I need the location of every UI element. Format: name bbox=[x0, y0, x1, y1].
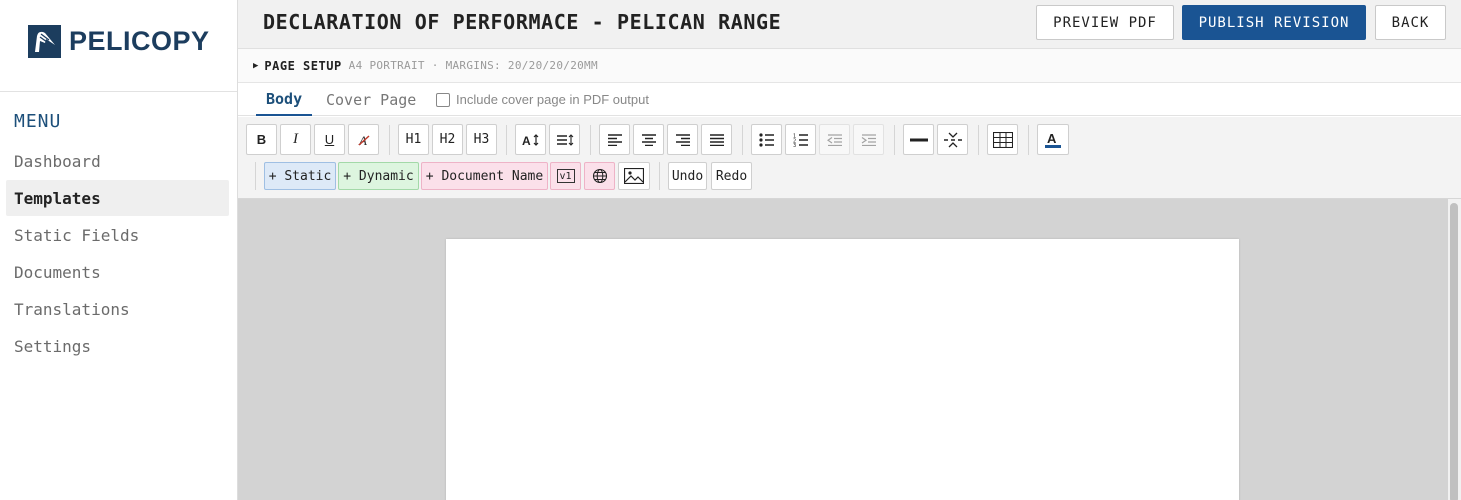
undo-button[interactable]: Undo bbox=[668, 162, 707, 190]
outdent-icon bbox=[826, 133, 843, 146]
heading-3-button[interactable]: H3 bbox=[466, 124, 497, 155]
include-cover-option: Include cover page in PDF output bbox=[436, 92, 649, 107]
font-size-button[interactable]: A bbox=[515, 124, 546, 155]
brand-name: PELICOPY bbox=[69, 25, 210, 56]
svg-text:3: 3 bbox=[793, 143, 796, 147]
heading-1-button[interactable]: H1 bbox=[398, 124, 429, 155]
insert-table-button[interactable] bbox=[987, 124, 1018, 155]
insert-image-button[interactable] bbox=[618, 162, 650, 190]
indent-button[interactable] bbox=[853, 124, 884, 155]
sidebar-item-settings[interactable]: Settings bbox=[6, 328, 229, 364]
pelican-logo-icon bbox=[28, 24, 61, 58]
insert-static-field-button[interactable]: + Static bbox=[264, 162, 336, 190]
align-right-button[interactable] bbox=[667, 124, 698, 155]
insert-document-name-button[interactable]: + Document Name bbox=[421, 162, 548, 190]
toolbar-separator bbox=[590, 125, 591, 155]
sidebar-item-templates[interactable]: Templates bbox=[6, 180, 229, 216]
menu-list: Dashboard Templates Static Fields Docume… bbox=[6, 143, 229, 365]
page-setup-label: PAGE SETUP bbox=[264, 58, 342, 73]
page-title: DECLARATION OF PERFORMACE - PELICAN RANG… bbox=[263, 10, 782, 34]
sidebar-item-translations[interactable]: Translations bbox=[6, 291, 229, 327]
align-right-icon bbox=[675, 133, 691, 146]
sidebar-item-documents[interactable]: Documents bbox=[6, 254, 229, 290]
bullet-list-icon bbox=[758, 132, 775, 147]
brand-logo[interactable]: PELICOPY bbox=[28, 24, 210, 58]
toolbar-separator bbox=[506, 125, 507, 155]
redo-button[interactable]: Redo bbox=[711, 162, 752, 190]
include-cover-label[interactable]: Include cover page in PDF output bbox=[456, 92, 649, 107]
toolbar-separator bbox=[894, 125, 895, 155]
clear-format-icon: A bbox=[357, 133, 371, 147]
insert-dynamic-field-button[interactable]: + Dynamic bbox=[338, 162, 419, 190]
sidebar-divider bbox=[0, 91, 237, 92]
toolbar-separator bbox=[978, 125, 979, 155]
horizontal-rule-button[interactable] bbox=[903, 124, 934, 155]
bold-button[interactable]: B bbox=[246, 124, 277, 155]
publish-revision-button[interactable]: PUBLISH REVISION bbox=[1182, 5, 1366, 40]
toolbar-separator bbox=[742, 125, 743, 155]
back-button[interactable]: BACK bbox=[1375, 5, 1446, 40]
align-center-icon bbox=[641, 133, 657, 146]
sidebar-item-dashboard[interactable]: Dashboard bbox=[6, 143, 229, 179]
align-justify-button[interactable] bbox=[701, 124, 732, 155]
editor-tabs: Body Cover Page Include cover page in PD… bbox=[238, 83, 1461, 116]
table-icon bbox=[992, 131, 1013, 148]
insert-version-button[interactable]: v1 bbox=[550, 162, 581, 190]
align-center-button[interactable] bbox=[633, 124, 664, 155]
align-left-button[interactable] bbox=[599, 124, 630, 155]
scrollbar-thumb[interactable] bbox=[1450, 203, 1458, 500]
line-height-button[interactable] bbox=[549, 124, 580, 155]
menu-heading: MENU bbox=[14, 111, 62, 132]
page-break-button[interactable] bbox=[937, 124, 968, 155]
globe-icon bbox=[592, 168, 608, 184]
page-setup-toggle[interactable]: ▶ PAGE SETUP A4 PORTRAIT · MARGINS: 20/2… bbox=[238, 49, 1461, 83]
document-page[interactable] bbox=[446, 239, 1239, 500]
toolbar-separator bbox=[659, 162, 660, 190]
page-setup-info: A4 PORTRAIT · MARGINS: 20/20/20/20MM bbox=[348, 59, 598, 72]
sidebar: PELICOPY MENU Dashboard Templates Static… bbox=[0, 0, 238, 500]
align-justify-icon bbox=[709, 133, 725, 146]
include-cover-checkbox[interactable] bbox=[436, 92, 450, 107]
text-color-icon: A bbox=[1044, 131, 1062, 149]
toolbar-separator bbox=[1028, 125, 1029, 155]
toolbar-separator bbox=[389, 125, 390, 155]
numbered-list-icon: 123 bbox=[793, 133, 809, 147]
svg-text:A: A bbox=[1047, 131, 1057, 146]
outdent-button[interactable] bbox=[819, 124, 850, 155]
heading-2-button[interactable]: H2 bbox=[432, 124, 463, 155]
align-left-icon bbox=[607, 133, 623, 146]
editor-toolbar: B I U A H1 H2 H3 A 123 A + Static + Dyna… bbox=[238, 117, 1461, 199]
triangle-right-icon: ▶ bbox=[253, 60, 259, 71]
version-icon: v1 bbox=[556, 169, 575, 183]
text-color-button[interactable]: A bbox=[1037, 124, 1069, 155]
line-height-icon bbox=[556, 133, 574, 147]
insert-translation-button[interactable] bbox=[584, 162, 615, 190]
sidebar-item-static-fields[interactable]: Static Fields bbox=[6, 217, 229, 253]
bullet-list-button[interactable] bbox=[751, 124, 782, 155]
numbered-list-button[interactable]: 123 bbox=[785, 124, 816, 155]
preview-pdf-button[interactable]: PREVIEW PDF bbox=[1036, 5, 1174, 40]
horizontal-rule-icon bbox=[909, 138, 928, 142]
clear-format-button[interactable]: A bbox=[348, 124, 379, 155]
tab-cover-page[interactable]: Cover Page bbox=[316, 83, 426, 116]
indent-icon bbox=[861, 133, 877, 146]
italic-button[interactable]: I bbox=[280, 124, 311, 155]
svg-text:A: A bbox=[522, 134, 531, 147]
toolbar-separator bbox=[255, 162, 256, 190]
image-icon bbox=[624, 168, 644, 184]
font-size-icon: A bbox=[522, 133, 540, 147]
page-break-icon bbox=[943, 132, 962, 148]
editor-header: DECLARATION OF PERFORMACE - PELICAN RANG… bbox=[238, 0, 1461, 49]
underline-button[interactable]: U bbox=[314, 124, 345, 155]
canvas-scrollbar[interactable] bbox=[1448, 199, 1461, 500]
editor-canvas bbox=[238, 199, 1448, 500]
tab-body[interactable]: Body bbox=[256, 83, 313, 116]
